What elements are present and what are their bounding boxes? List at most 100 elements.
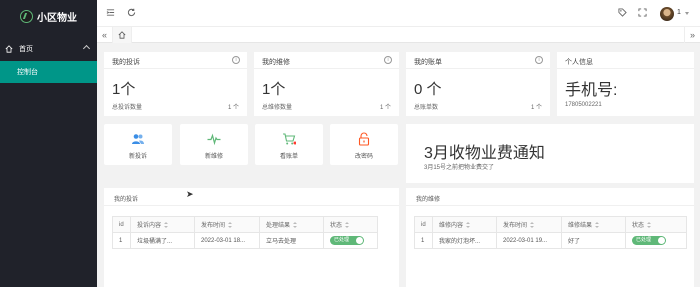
- table-row: 1 我家的灯泡坏... 2022-03-01 19... 好了 已处理: [414, 232, 687, 249]
- stat-value: 0 个: [414, 81, 442, 98]
- sidebar-item-console[interactable]: 控制台: [0, 61, 97, 83]
- sort-icon[interactable]: [466, 222, 471, 229]
- info-icon[interactable]: i: [384, 56, 392, 64]
- info-icon[interactable]: i: [535, 56, 543, 64]
- sidebar-group-label: 首页: [19, 46, 33, 53]
- tab-scroll-left-icon[interactable]: «: [97, 27, 113, 43]
- stat-sub-value: 1 个: [227, 105, 239, 111]
- sidebar: 小区物业 首页 控制台: [0, 0, 97, 287]
- complaints-panel: 我的投诉 id 投诉内容 发布时间 处理结果 状态 1 垃圾桶满了... 202…: [104, 188, 399, 287]
- user-avatar[interactable]: [660, 7, 674, 21]
- stat-sub-label: 总账单数: [414, 105, 439, 111]
- notice-card: 3月收物业费通知 3月15号之前把物业费交了: [406, 124, 694, 183]
- stat-card-repairs: 我的维修 i 1个 总维修数量 1 个: [254, 52, 399, 116]
- divider: [254, 68, 399, 69]
- column-header[interactable]: 发布时间: [194, 216, 260, 233]
- sidebar-item-label: 控制台: [17, 69, 38, 76]
- divider: [557, 68, 694, 69]
- column-header[interactable]: 处理结果: [259, 216, 324, 233]
- change-password-button[interactable]: 改密码: [330, 124, 398, 165]
- status-toggle[interactable]: 已处理: [632, 236, 666, 245]
- view-bills-button[interactable]: 看账单: [255, 124, 323, 165]
- quick-action-label: 新维修: [204, 154, 223, 160]
- stat-value: 1个: [262, 81, 286, 98]
- menu-toggle-icon[interactable]: [105, 8, 115, 18]
- cart-icon: [283, 133, 296, 145]
- home-icon: [118, 31, 126, 39]
- logo-icon: [20, 9, 33, 23]
- stat-sub-label: 总维修数量: [262, 105, 293, 111]
- stat-title: 个人信息: [565, 59, 593, 66]
- column-header[interactable]: 维修结果: [561, 216, 626, 233]
- table-header-row: id 投诉内容 发布时间 处理结果 状态: [112, 216, 378, 233]
- top-header: 1: [97, 0, 700, 27]
- cell-content: 我家的灯泡坏...: [432, 232, 497, 249]
- table-row: 1 垃圾桶满了... 2022-03-01 18... 立马去处理 已处理: [112, 232, 378, 249]
- sort-icon[interactable]: [293, 222, 298, 229]
- mouse-cursor-icon: ➤: [186, 189, 194, 199]
- cell-result: 立马去处理: [259, 232, 324, 249]
- new-complaint-button[interactable]: 新投诉: [104, 124, 172, 165]
- column-header[interactable]: 状态: [625, 216, 687, 233]
- stat-sub-value: 1 个: [379, 105, 391, 111]
- sidebar-group-home: 首页 控制台: [0, 37, 97, 83]
- stat-card-profile: 个人信息 手机号: 17805002221: [557, 52, 694, 116]
- column-header[interactable]: 状态: [323, 216, 378, 233]
- app-logo[interactable]: 小区物业: [0, 0, 97, 32]
- complaints-table: id 投诉内容 发布时间 处理结果 状态 1 垃圾桶满了... 2022-03-…: [112, 216, 378, 249]
- sort-icon[interactable]: [228, 222, 233, 229]
- status-toggle[interactable]: 已处理: [330, 236, 364, 245]
- stat-sub-label: 总投诉数量: [112, 105, 143, 111]
- cell-id: 1: [414, 232, 433, 249]
- info-icon[interactable]: i: [232, 56, 240, 64]
- repairs-panel: 我的维修 id 维修内容 发布时间 维修结果 状态 1 我家的灯泡坏... 20…: [406, 188, 694, 287]
- stat-title: 我的账单: [414, 59, 442, 66]
- sort-icon[interactable]: [595, 222, 600, 229]
- lock-icon: [358, 132, 370, 146]
- cell-id: 1: [112, 232, 131, 249]
- cell-status: 已处理: [323, 232, 378, 249]
- sort-icon[interactable]: [530, 222, 535, 229]
- cell-time: 2022-03-01 18...: [194, 232, 260, 249]
- quick-action-label: 改密码: [354, 154, 373, 160]
- notice-title: 3月收物业费通知: [424, 145, 545, 162]
- tab-bar: « »: [97, 27, 700, 43]
- stat-value: 1个: [112, 81, 136, 98]
- stat-title: 我的投诉: [112, 59, 140, 66]
- sort-icon[interactable]: [647, 222, 652, 229]
- divider: [406, 68, 550, 69]
- sort-icon[interactable]: [345, 222, 350, 229]
- refresh-icon[interactable]: [126, 8, 136, 18]
- sort-icon[interactable]: [164, 222, 169, 229]
- quick-action-label: 新投诉: [128, 154, 147, 160]
- chevron-up-icon: [82, 44, 91, 53]
- column-header[interactable]: 发布时间: [496, 216, 562, 233]
- cell-content: 垃圾桶满了...: [130, 232, 195, 249]
- user-name[interactable]: 1: [677, 9, 681, 16]
- tag-icon[interactable]: [617, 8, 627, 18]
- pulse-icon: [207, 133, 221, 146]
- notice-text: 3月15号之前把物业费交了: [424, 165, 495, 171]
- tab-scroll-right-icon[interactable]: »: [684, 27, 700, 43]
- new-repair-button[interactable]: 新维修: [180, 124, 248, 165]
- cell-result: 好了: [561, 232, 626, 249]
- panel-title: 我的维修: [416, 197, 441, 203]
- table-header-row: id 维修内容 发布时间 维修结果 状态: [414, 216, 687, 233]
- quick-action-label: 看账单: [279, 154, 298, 160]
- caret-down-icon[interactable]: [685, 12, 689, 15]
- panel-title: 我的投诉: [114, 197, 139, 203]
- divider: [406, 205, 694, 206]
- home-icon: [5, 45, 13, 53]
- phone-number: 17805002221: [565, 102, 602, 108]
- tab-home[interactable]: [113, 27, 132, 43]
- stat-card-bills: 我的账单 i 0 个 总账单数 1 个: [406, 52, 550, 116]
- stat-title: 我的维修: [262, 59, 290, 66]
- fullscreen-icon[interactable]: [637, 8, 647, 18]
- stat-sub-value: 1 个: [530, 105, 542, 111]
- divider: [104, 68, 247, 69]
- column-header: id: [112, 216, 131, 233]
- phone-label: 手机号:: [565, 82, 618, 99]
- column-header[interactable]: 维修内容: [432, 216, 497, 233]
- sidebar-group-header[interactable]: 首页: [0, 37, 97, 61]
- column-header[interactable]: 投诉内容: [130, 216, 195, 233]
